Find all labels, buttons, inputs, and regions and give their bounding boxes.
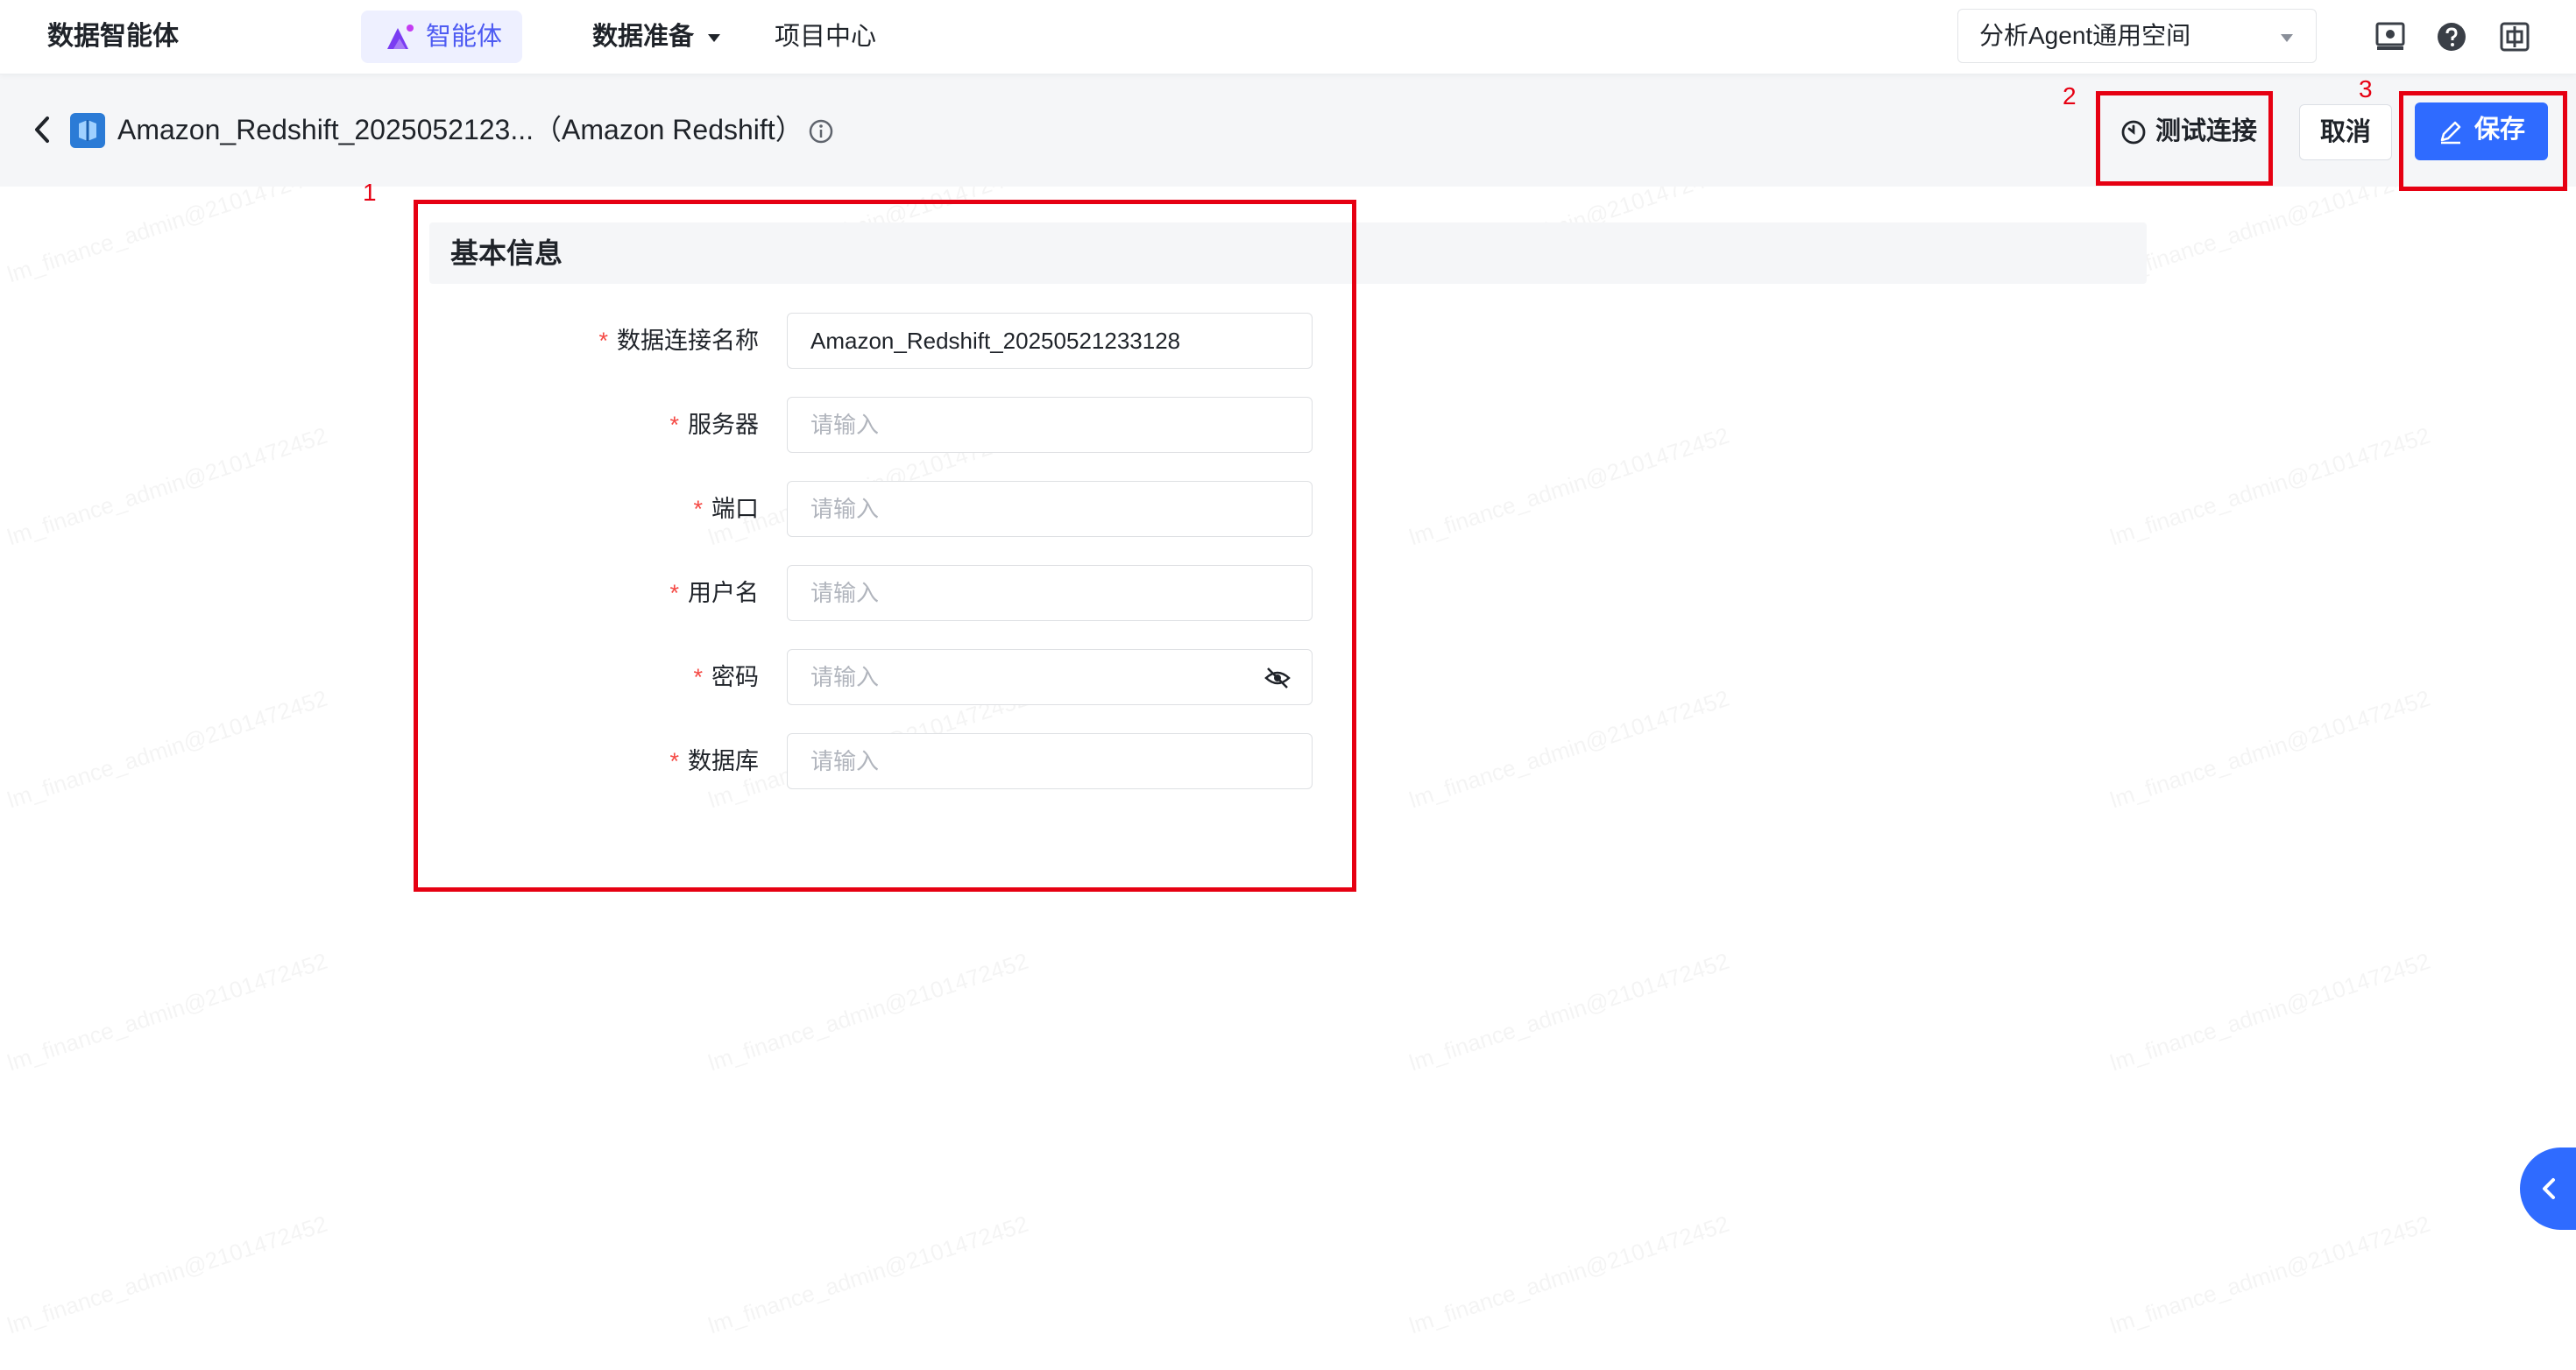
watermark-text: lm_finance_admin@2101472452 xyxy=(4,948,331,1077)
watermark-text: lm_finance_admin@2101472452 xyxy=(1406,1211,1733,1340)
watermark-text: lm_finance_admin@2101472452 xyxy=(1406,948,1733,1077)
watermark-text: lm_finance_admin@2101472452 xyxy=(2107,685,2434,815)
annotation-box-3 xyxy=(2399,91,2567,191)
watermark-text: lm_finance_admin@2101472452 xyxy=(2107,1211,2434,1340)
page-title: Amazon_Redshift_2025052123...（Amazon Red… xyxy=(117,114,803,145)
watermark-text: lm_finance_admin@2101472452 xyxy=(2107,948,2434,1077)
nav-data-prep-label: 数据准备 xyxy=(592,23,695,51)
annotation-number-3: 3 xyxy=(2359,75,2373,102)
nav-agent-label: 智能体 xyxy=(426,23,503,51)
nav-agent[interactable]: 智能体 xyxy=(361,11,522,63)
agent-icon xyxy=(387,25,414,49)
watermark-text: lm_finance_admin@2101472452 xyxy=(1406,685,1733,815)
annotation-box-2 xyxy=(2096,91,2273,186)
caret-down-icon xyxy=(708,33,721,42)
help-icon[interactable] xyxy=(2436,21,2467,53)
side-panel-toggle[interactable] xyxy=(2520,1148,2576,1230)
nav-project[interactable]: 项目中心 xyxy=(775,11,876,63)
workspace-selected: 分析Agent通用空间 xyxy=(1979,22,2191,49)
watermark-text: lm_finance_admin@2101472452 xyxy=(705,1211,1032,1340)
screen-icon[interactable] xyxy=(2374,21,2406,53)
layout-icon[interactable] xyxy=(2499,21,2530,53)
app-brand: 数据智能体 xyxy=(47,22,179,51)
datasource-icon xyxy=(70,113,105,148)
watermark-text: lm_finance_admin@2101472452 xyxy=(4,1211,331,1340)
watermark-text: lm_finance_admin@2101472452 xyxy=(705,948,1032,1077)
workspace-select[interactable]: 分析Agent通用空间 xyxy=(1957,9,2317,63)
watermark-text: lm_finance_admin@2101472452 xyxy=(2107,422,2434,552)
watermark-text: lm_finance_admin@2101472452 xyxy=(4,685,331,815)
annotation-box-1 xyxy=(414,200,1356,892)
watermark-text: lm_finance_admin@2101472452 xyxy=(4,422,331,552)
info-icon[interactable] xyxy=(808,118,834,145)
nav-data-prep[interactable]: 数据准备 xyxy=(592,11,721,63)
top-nav: 数据智能体 智能体 数据准备 项目中心 分析Agent通用空间 xyxy=(0,0,2576,74)
chevron-left-icon xyxy=(2543,1178,2555,1199)
annotation-number-2: 2 xyxy=(2063,82,2077,109)
cancel-button[interactable]: 取消 xyxy=(2299,104,2392,160)
annotation-number-1: 1 xyxy=(363,179,377,206)
nav-project-label: 项目中心 xyxy=(775,23,877,51)
watermark-text: lm_finance_admin@2101472452 xyxy=(1406,422,1733,552)
back-icon[interactable] xyxy=(30,115,54,145)
caret-down-icon xyxy=(2281,34,2293,42)
